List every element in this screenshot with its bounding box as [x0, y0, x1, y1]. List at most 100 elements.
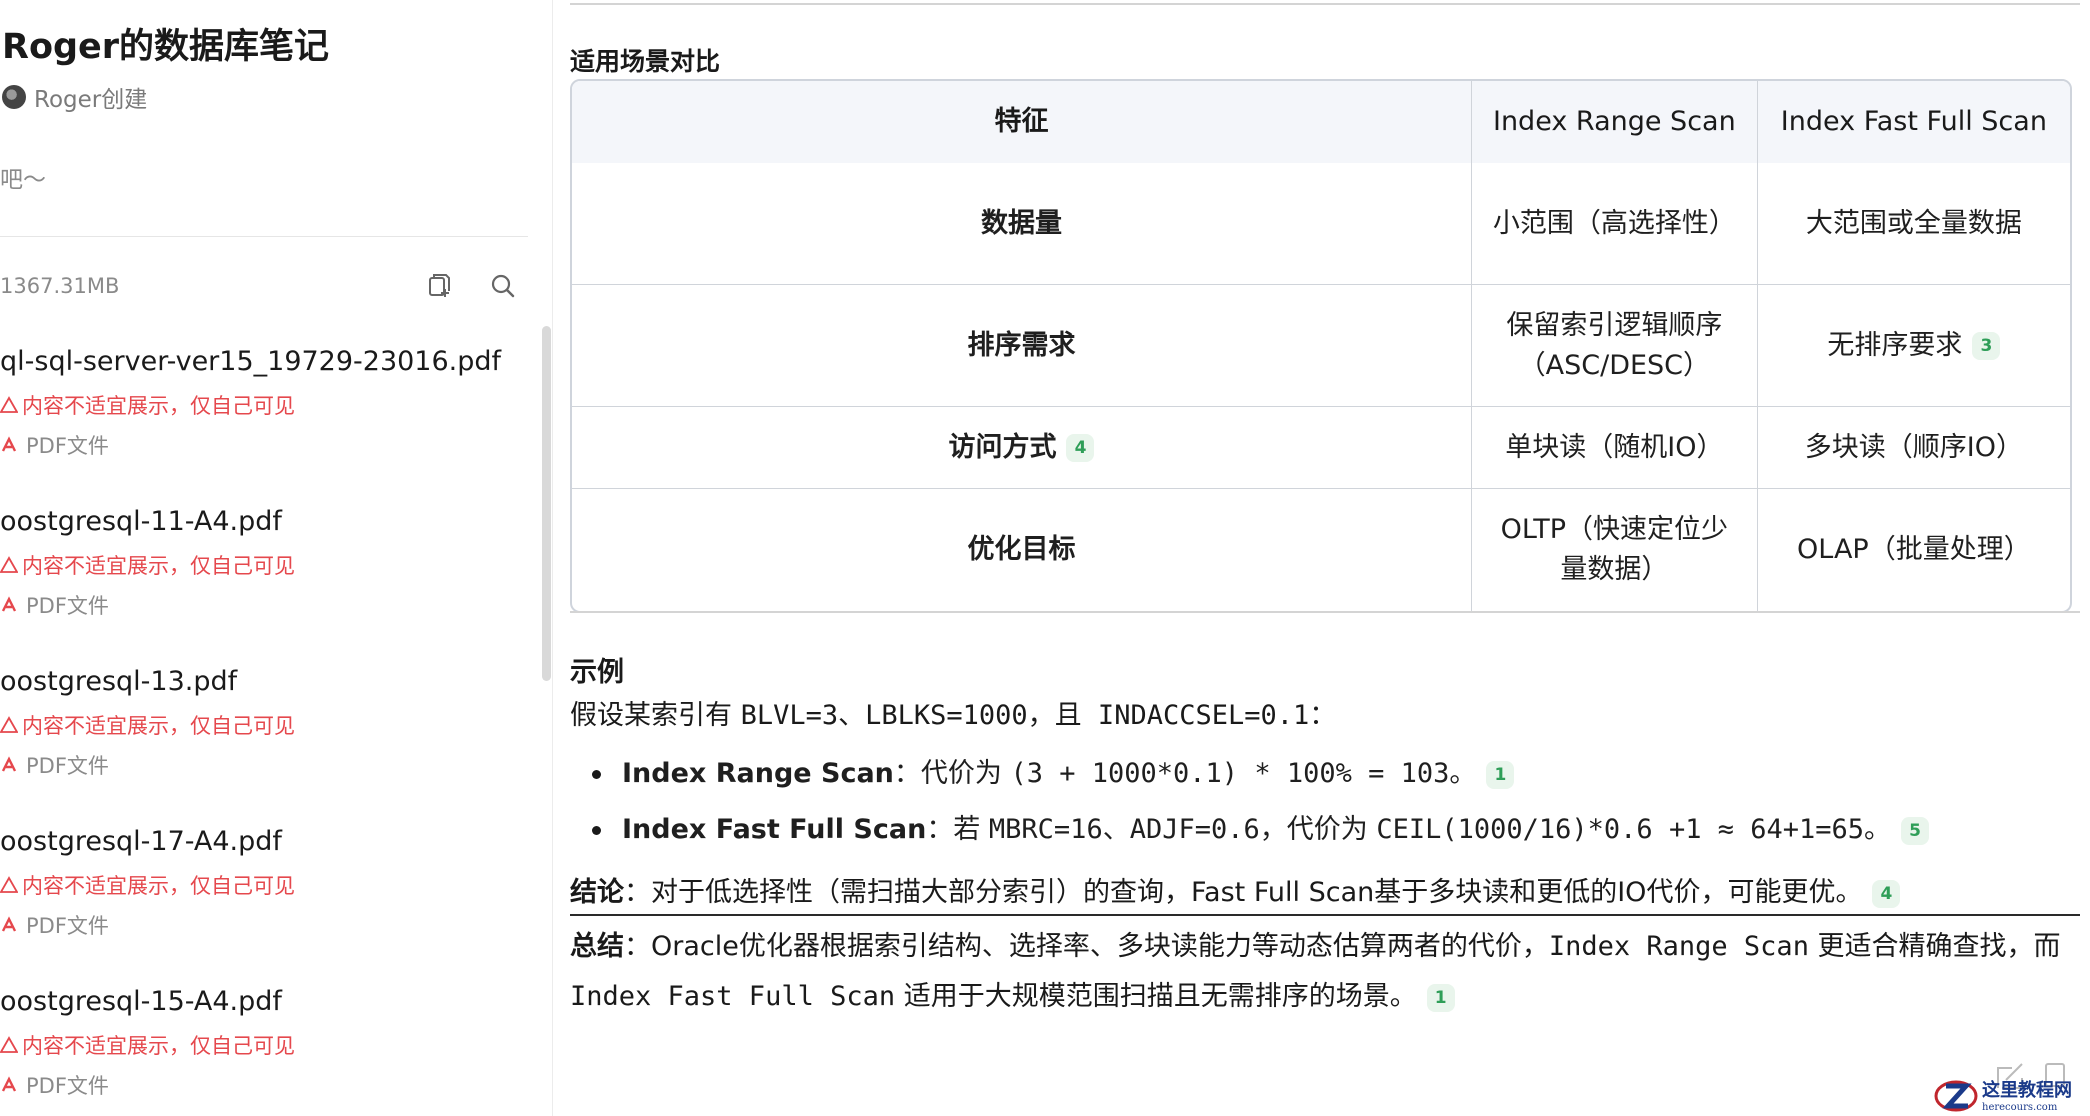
summary-text-3: 适用于大规模范围扫描且无需排序的场景。: [895, 981, 1417, 1012]
table-cell-feature: 数据量: [572, 163, 1472, 285]
intro-code: BLVL=3、LBLKS=1000，且 INDACCSEL=0.1: [740, 700, 1310, 731]
conclusion-text: ：对于低选择性（需扫描大部分索引）的查询，Fast Full Scan基于多块读…: [624, 877, 1863, 908]
file-type: PDF文件: [0, 590, 109, 620]
pdf-icon: [1, 916, 17, 932]
add-file-icon[interactable]: [424, 271, 454, 301]
cell-text: 无排序要求: [1827, 329, 1963, 361]
bullet-code: (3 + 1000*0.1) * 100% = 103: [1010, 758, 1450, 789]
bullet-code-2: CEIL(1000/16)*0.6 +1 ≈ 64+1=65: [1376, 814, 1865, 845]
warning-text: 内容不适宜展示，仅自己可见: [22, 874, 295, 898]
file-item[interactable]: oostgresql-13.pdf 内容不适宜展示，仅自己可见 PDF文件: [0, 660, 540, 820]
file-type: PDF文件: [0, 430, 109, 460]
list-item: Index Fast Full Scan：若 MBRC=16、ADJF=0.6，…: [570, 808, 2080, 864]
table-header-row: 特征 Index Range Scan Index Fast Full Scan: [572, 81, 2070, 163]
table-header-feature: 特征: [572, 81, 1472, 163]
avatar[interactable]: [2, 85, 26, 109]
summary: 总结：Oracle优化器根据索引结构、选择率、多块读能力等动态估算两者的代价，I…: [570, 922, 2090, 1022]
warning-icon: [0, 876, 18, 893]
watermark-text-en: herecours.com: [1982, 1101, 2058, 1113]
file-warning: 内容不适宜展示，仅自己可见: [0, 710, 295, 740]
comparison-table: 特征 Index Range Scan Index Fast Full Scan…: [570, 79, 2072, 613]
warning-text: 内容不适宜展示，仅自己可见: [22, 394, 295, 418]
warning-text: 内容不适宜展示，仅自己可见: [22, 714, 295, 738]
summary-code-1: Index Range Scan: [1548, 931, 1809, 962]
file-list: ql-sql-server-ver15_19729-23016.pdf 内容不适…: [0, 340, 540, 1116]
file-type: PDF文件: [0, 1070, 109, 1100]
pdf-icon: [1, 1076, 17, 1092]
file-type-label: PDF文件: [26, 594, 109, 618]
storage-size: 1367.31MB: [0, 274, 120, 298]
table-cell-range: 保留索引逻辑顺序（ASC/DESC）: [1471, 285, 1758, 407]
knowledge-base-title: Roger的数据库笔记: [2, 27, 330, 67]
citation-badge[interactable]: 1: [1486, 760, 1515, 789]
summary-text-1: ：Oracle优化器根据索引结构、选择率、多块读能力等动态估算两者的代价，: [624, 931, 1549, 962]
cell-text: 访问方式: [948, 431, 1057, 463]
file-name[interactable]: oostgresql-13.pdf: [0, 666, 237, 697]
storage-row: 1367.31MB: [0, 268, 528, 304]
citation-badge[interactable]: 4: [1872, 879, 1901, 908]
file-item[interactable]: oostgresql-15-A4.pdf 内容不适宜展示，仅自己可见 PDF文件: [0, 980, 540, 1116]
file-type-label: PDF文件: [26, 914, 109, 938]
bullet-sep: ：代价为: [893, 758, 1011, 789]
bullet-sep: ：若: [926, 814, 989, 845]
sidebar: Roger的数据库笔记 Roger创建 吧～ 1367.31MB ql-sql-…: [0, 0, 553, 1116]
table-cell-range: 单块读（随机IO）: [1471, 407, 1758, 489]
table-row: 排序需求 保留索引逻辑顺序（ASC/DESC） 无排序要求 3: [572, 285, 2070, 407]
watermark-text-cn: 这里教程网: [1982, 1079, 2072, 1101]
citation-badge[interactable]: 3: [1972, 332, 2001, 360]
table-cell-feature: 访问方式 4: [572, 407, 1472, 489]
file-name[interactable]: oostgresql-17-A4.pdf: [0, 826, 282, 857]
conclusion: 结论：对于低选择性（需扫描大部分索引）的查询，Fast Full Scan基于多…: [570, 870, 1901, 909]
answer-content: 适用场景对比 特征 Index Range Scan Index Fast Fu…: [554, 0, 2090, 1116]
watermark-logo-icon: [1934, 1080, 1978, 1112]
file-type: PDF文件: [0, 750, 109, 780]
pdf-icon: [1, 756, 17, 772]
table-header-range-scan: Index Range Scan: [1471, 81, 1758, 163]
intro-prefix: 假设某索引有: [570, 700, 741, 731]
table-row: 访问方式 4 单块读（随机IO） 多块读（顺序IO）: [572, 407, 2070, 489]
summary-text-2: 更适合精确查找，而: [1808, 931, 2061, 962]
bullet-label: Index Fast Full Scan: [622, 814, 927, 845]
top-divider: [570, 3, 2080, 5]
watermark: 这里教程网 herecours.com: [1934, 1072, 2084, 1116]
file-name[interactable]: ql-sql-server-ver15_19729-23016.pdf: [0, 346, 501, 377]
pdf-icon: [1, 436, 17, 452]
file-type: PDF文件: [0, 910, 109, 940]
pdf-icon: [1, 596, 17, 612]
table-cell-feature: 优化目标: [572, 489, 1472, 611]
file-item[interactable]: oostgresql-17-A4.pdf 内容不适宜展示，仅自己可见 PDF文件: [0, 820, 540, 980]
file-item[interactable]: ql-sql-server-ver15_19729-23016.pdf 内容不适…: [0, 340, 540, 500]
bullet-tail: 。: [1449, 758, 1477, 789]
bullet-label: Index Range Scan: [622, 758, 894, 789]
table-header-fast-full-scan: Index Fast Full Scan: [1757, 81, 2070, 163]
knowledge-base-description: 吧～: [0, 167, 46, 193]
bullet-tail: 。: [1864, 814, 1892, 845]
conclusion-label: 结论: [570, 877, 624, 908]
file-item[interactable]: oostgresql-11-A4.pdf 内容不适宜展示，仅自己可见 PDF文件: [0, 500, 540, 660]
citation-badge[interactable]: 1: [1426, 983, 1455, 1012]
bullet-mid: ，代价为: [1259, 814, 1377, 845]
warning-icon: [0, 1036, 18, 1053]
bullet-code: MBRC=16、ADJF=0.6: [988, 814, 1260, 845]
warning-icon: [0, 396, 18, 413]
table-divider: [570, 611, 2080, 613]
sidebar-divider: [0, 236, 528, 237]
file-name[interactable]: oostgresql-11-A4.pdf: [0, 506, 282, 537]
summary-label: 总结: [570, 931, 624, 962]
file-type-label: PDF文件: [26, 754, 109, 778]
file-warning: 内容不适宜展示，仅自己可见: [0, 550, 295, 580]
file-warning: 内容不适宜展示，仅自己可见: [0, 870, 295, 900]
file-warning: 内容不适宜展示，仅自己可见: [0, 390, 295, 420]
table-cell-feature: 排序需求: [572, 285, 1472, 407]
table-cell-fast: OLAP（批量处理）: [1797, 534, 2031, 565]
file-name[interactable]: oostgresql-15-A4.pdf: [0, 986, 282, 1017]
citation-badge[interactable]: 5: [1901, 816, 1930, 845]
example-bullets: Index Range Scan：代价为 (3 + 1000*0.1) * 10…: [570, 752, 2080, 864]
table-row: 数据量 小范围（高选择性） 大范围或全量数据: [572, 163, 2070, 285]
warning-icon: [0, 716, 18, 733]
sidebar-scrollbar[interactable]: [542, 326, 551, 681]
search-icon[interactable]: [488, 271, 518, 301]
citation-badge[interactable]: 4: [1066, 434, 1095, 462]
table-cell-range: 小范围（高选择性）: [1471, 163, 1758, 285]
file-warning: 内容不适宜展示，仅自己可见: [0, 1030, 295, 1060]
